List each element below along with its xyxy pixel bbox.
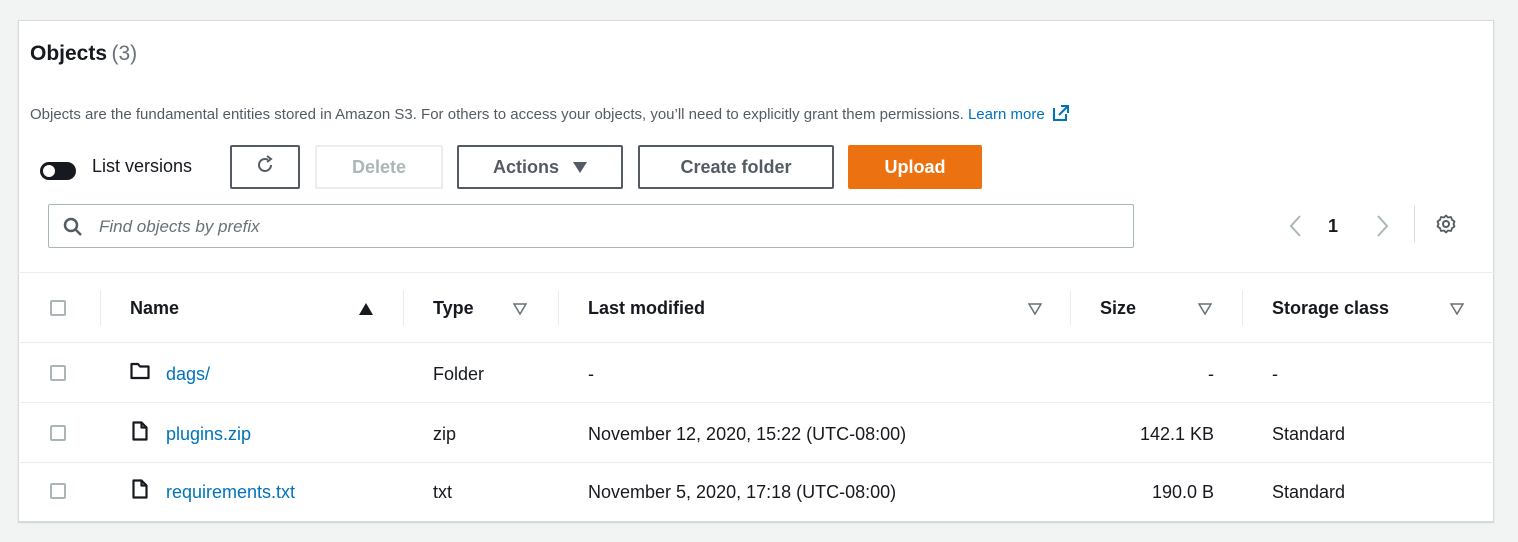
- list-versions-toggle[interactable]: [40, 162, 76, 180]
- objects-count: (3): [111, 42, 138, 65]
- object-last-modified: November 5, 2020, 17:18 (UTC-08:00): [588, 482, 897, 502]
- gear-icon[interactable]: [1436, 214, 1456, 239]
- previous-page-button[interactable]: [1284, 210, 1308, 242]
- table-row: plugins.zip zip November 12, 2020, 15:22…: [18, 402, 1494, 462]
- row-checkbox[interactable]: [50, 483, 66, 499]
- create-folder-button[interactable]: Create folder: [638, 145, 834, 189]
- object-storage-class: -: [1272, 364, 1278, 384]
- column-divider: [403, 290, 404, 326]
- search-icon: [63, 217, 83, 242]
- object-storage-class: Standard: [1272, 424, 1346, 444]
- caret-down-icon: [573, 161, 587, 173]
- column-divider: [100, 290, 101, 326]
- object-size: 190.0 B: [1151, 482, 1214, 502]
- sort-icon[interactable]: [1449, 302, 1465, 320]
- object-name-link[interactable]: dags/: [166, 364, 210, 385]
- delete-button[interactable]: Delete: [315, 145, 443, 189]
- external-link-icon: [1051, 103, 1071, 127]
- description-text: Objects are the fundamental entities sto…: [30, 106, 964, 123]
- current-page[interactable]: 1: [1328, 216, 1338, 248]
- object-size: 142.1 KB: [1139, 424, 1214, 444]
- select-all-checkbox[interactable]: [50, 300, 66, 316]
- table-header-row: Name Type Last modified Size Storage cla…: [18, 272, 1494, 342]
- column-header-type[interactable]: Type: [433, 298, 474, 319]
- column-header-size[interactable]: Size: [1100, 298, 1136, 319]
- object-type: zip: [433, 424, 457, 444]
- upload-button[interactable]: Upload: [848, 145, 982, 189]
- next-page-button[interactable]: [1370, 210, 1394, 242]
- refresh-icon: [254, 154, 276, 181]
- learn-more-link[interactable]: Learn more: [967, 105, 1071, 123]
- file-icon: [132, 479, 148, 504]
- object-last-modified: November 12, 2020, 15:22 (UTC-08:00): [588, 424, 907, 444]
- actions-button[interactable]: Actions: [457, 145, 623, 189]
- column-divider: [1070, 290, 1071, 326]
- row-checkbox[interactable]: [50, 365, 66, 381]
- table-row: requirements.txt txt November 5, 2020, 1…: [18, 462, 1494, 522]
- sort-icon[interactable]: [1197, 302, 1213, 320]
- pager-divider: [1414, 206, 1415, 242]
- search-input[interactable]: [97, 213, 1101, 241]
- refresh-button[interactable]: [230, 145, 300, 189]
- sort-icon[interactable]: [1027, 302, 1043, 320]
- page-title: Objects (3): [30, 42, 137, 66]
- sort-icon[interactable]: [512, 302, 528, 320]
- sort-ascending-icon[interactable]: [358, 302, 374, 321]
- row-checkbox[interactable]: [50, 425, 66, 441]
- column-divider: [1242, 290, 1243, 326]
- object-storage-class: Standard: [1272, 482, 1346, 502]
- file-icon: [132, 421, 148, 446]
- search-box: [48, 204, 1134, 248]
- toggle-knob: [43, 165, 55, 177]
- object-size: -: [1208, 364, 1214, 384]
- object-name-link[interactable]: plugins.zip: [166, 424, 251, 445]
- objects-title: Objects: [30, 42, 108, 65]
- object-name-link[interactable]: requirements.txt: [166, 482, 295, 503]
- column-header-name[interactable]: Name: [130, 298, 179, 319]
- column-divider: [558, 290, 559, 326]
- objects-description: Objects are the fundamental entities sto…: [30, 103, 1071, 127]
- learn-more-label: Learn more: [967, 106, 1045, 123]
- column-header-last-modified[interactable]: Last modified: [588, 298, 705, 319]
- list-versions-label: List versions: [92, 156, 193, 176]
- column-header-storage-class[interactable]: Storage class: [1272, 298, 1389, 319]
- object-last-modified: -: [588, 364, 594, 384]
- actions-label: Actions: [492, 156, 559, 177]
- folder-icon: [130, 362, 150, 385]
- object-type: Folder: [433, 364, 485, 384]
- table-row: dags/ Folder - - -: [18, 342, 1494, 402]
- object-type: txt: [433, 482, 453, 502]
